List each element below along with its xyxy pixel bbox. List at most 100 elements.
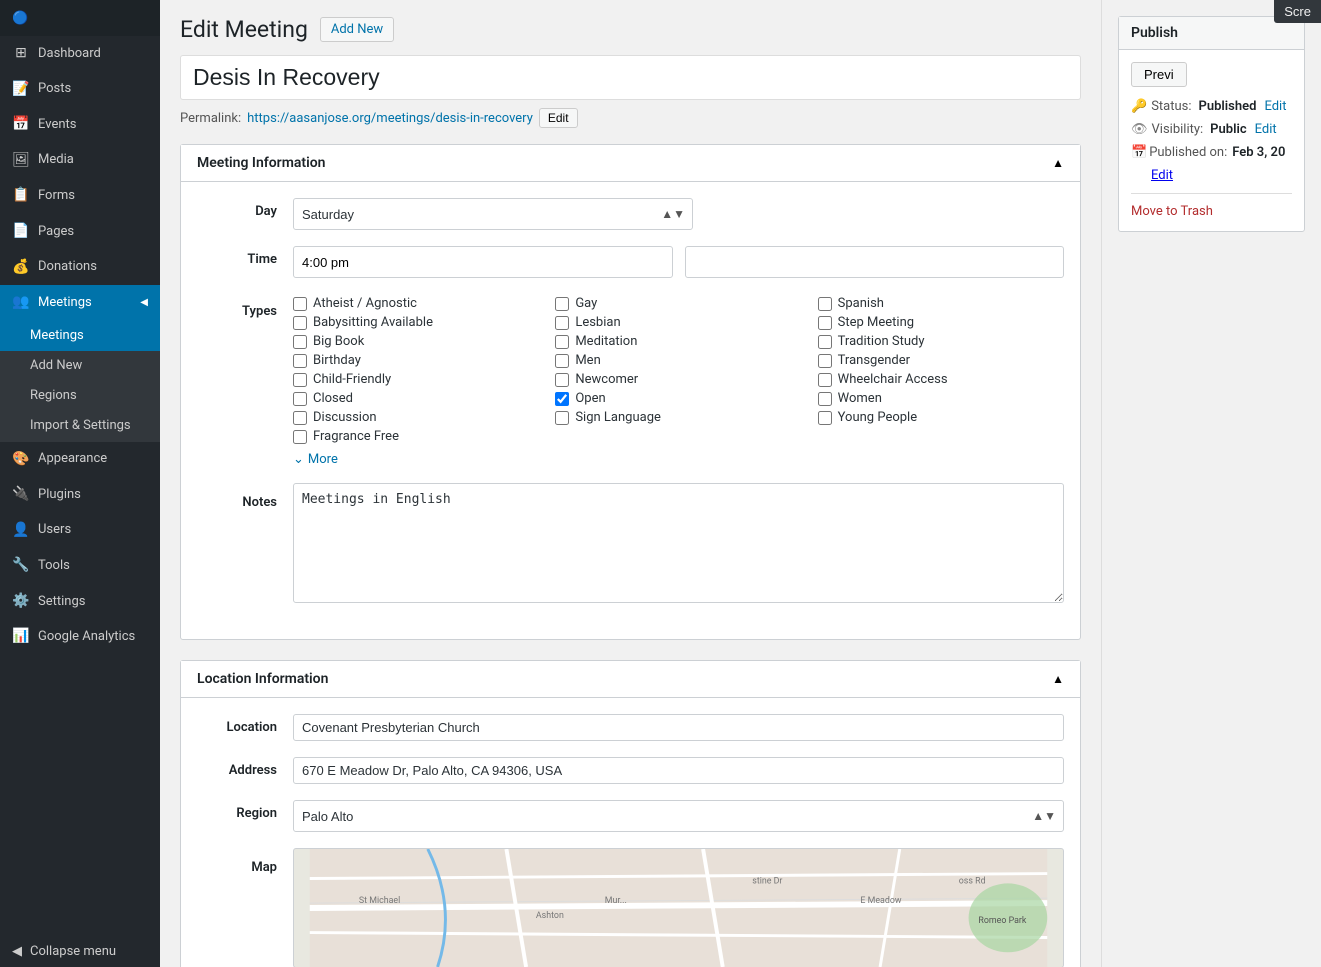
submenu-label: Meetings: [30, 327, 84, 345]
sidebar-item-plugins[interactable]: 🔌 Plugins: [0, 477, 160, 513]
checkbox-lesbian[interactable]: [555, 316, 569, 330]
status-label: Status:: [1151, 99, 1191, 114]
address-label: Address: [197, 757, 277, 778]
published-date-edit-link[interactable]: Edit: [1151, 168, 1173, 183]
sidebar-item-google-analytics[interactable]: 📊 Google Analytics: [0, 619, 160, 655]
meeting-info-header[interactable]: Meeting Information ▲: [181, 145, 1080, 182]
visibility-edit-link[interactable]: Edit: [1255, 122, 1277, 137]
address-input[interactable]: [293, 757, 1064, 784]
time-inputs: [293, 246, 1064, 278]
checkbox-open[interactable]: [555, 392, 569, 406]
type-open-label: Open: [575, 391, 605, 406]
add-new-button[interactable]: Add New: [320, 17, 394, 42]
sidebar-submenu-add-new[interactable]: Add New: [0, 351, 160, 381]
move-to-trash-link[interactable]: Move to Trash: [1131, 204, 1213, 219]
types-col1: Atheist / Agnostic Babysitting Available…: [293, 294, 539, 467]
notes-control: Meetings in English: [293, 483, 1064, 607]
checkbox-atheist[interactable]: [293, 297, 307, 311]
notes-textarea[interactable]: Meetings in English: [293, 483, 1064, 603]
checkbox-spanish[interactable]: [818, 297, 832, 311]
checkbox-birthday[interactable]: [293, 354, 307, 368]
type-bigbook-label: Big Book: [313, 334, 364, 349]
sidebar-item-dashboard[interactable]: ⊞ Dashboard: [0, 36, 160, 72]
checkbox-fragrance-free[interactable]: [293, 430, 307, 444]
region-select[interactable]: Palo Alto San Jose Santa Clara Mountain …: [293, 800, 1064, 832]
checkbox-men[interactable]: [555, 354, 569, 368]
published-label: Published on:: [1149, 145, 1227, 160]
forms-icon: 📋: [12, 186, 30, 206]
location-row: Location: [197, 714, 1064, 741]
location-info-header[interactable]: Location Information ▲: [181, 661, 1080, 698]
checkbox-women[interactable]: [818, 392, 832, 406]
checkbox-closed[interactable]: [293, 392, 307, 406]
checkbox-child-friendly[interactable]: [293, 373, 307, 387]
preview-button[interactable]: Previ: [1131, 62, 1187, 87]
checkbox-sign-language[interactable]: [555, 411, 569, 425]
map-row: Map: [197, 848, 1064, 967]
type-meditation-label: Meditation: [575, 334, 637, 349]
sidebar-item-users[interactable]: 👤 Users: [0, 513, 160, 549]
type-men: Men: [555, 351, 801, 370]
published-date: Feb 3, 20: [1232, 145, 1285, 160]
types-col3: Spanish Step Meeting Tradition Study: [818, 294, 1064, 467]
checkbox-tradition-study[interactable]: [818, 335, 832, 349]
sidebar-item-posts[interactable]: 📝 Posts: [0, 72, 160, 108]
type-young-people-label: Young People: [838, 410, 917, 425]
permalink-edit-button[interactable]: Edit: [539, 108, 578, 128]
permalink-url[interactable]: https://aasanjose.org/meetings/desis-in-…: [247, 111, 533, 126]
more-link[interactable]: ⌄ More: [293, 452, 539, 467]
appearance-icon: 🎨: [12, 450, 30, 470]
location-input[interactable]: [293, 714, 1064, 741]
events-icon: 📅: [12, 115, 30, 135]
publish-box: Publish Previ 🔑 Status: Published Edit 👁…: [1118, 16, 1305, 232]
visibility-icon: 👁: [1131, 122, 1148, 137]
meeting-title-input[interactable]: [180, 55, 1081, 100]
sidebar-submenu-regions[interactable]: Regions: [0, 381, 160, 411]
time-input-start[interactable]: [293, 246, 673, 278]
sidebar-item-events[interactable]: 📅 Events: [0, 107, 160, 143]
more-label: More: [308, 452, 338, 467]
meeting-info-metabox: Meeting Information ▲ Day Sunday Monday …: [180, 144, 1081, 640]
checkbox-babysitting[interactable]: [293, 316, 307, 330]
sidebar-item-media[interactable]: 🖼 Media: [0, 143, 160, 179]
svg-text:oss Rd: oss Rd: [959, 876, 986, 886]
svg-text:E Meadow: E Meadow: [860, 896, 901, 906]
checkbox-meditation[interactable]: [555, 335, 569, 349]
sidebar-item-tools[interactable]: 🔧 Tools: [0, 548, 160, 584]
sidebar-submenu-import-settings[interactable]: Import & Settings: [0, 411, 160, 441]
sidebar-item-pages[interactable]: 📄 Pages: [0, 214, 160, 250]
sidebar-item-label: Tools: [38, 557, 70, 575]
screen-options-button[interactable]: Scre: [1274, 0, 1321, 23]
checkbox-bigbook[interactable]: [293, 335, 307, 349]
meetings-icon: 👥: [12, 293, 30, 313]
checkbox-gay[interactable]: [555, 297, 569, 311]
sidebar-submenu-meetings[interactable]: Meetings: [0, 321, 160, 351]
type-gay-label: Gay: [575, 296, 597, 311]
sidebar-item-meetings[interactable]: 👥 Meetings ◀: [0, 285, 160, 321]
type-women: Women: [818, 389, 1064, 408]
time-label: Time: [197, 246, 277, 267]
status-edit-link[interactable]: Edit: [1264, 99, 1286, 114]
map-control: St Michael Ashton Mur... stine Dr E Mead…: [293, 848, 1064, 967]
sidebar-item-forms[interactable]: 📋 Forms: [0, 178, 160, 214]
checkbox-newcomer[interactable]: [555, 373, 569, 387]
sidebar-item-appearance[interactable]: 🎨 Appearance: [0, 442, 160, 478]
time-input-end[interactable]: [685, 246, 1065, 278]
collapse-menu-button[interactable]: ◀ Collapse menu: [0, 936, 160, 967]
location-metabox-collapse-icon: ▲: [1052, 672, 1064, 686]
sidebar-item-donations[interactable]: 💰 Donations: [0, 250, 160, 286]
checkbox-young-people[interactable]: [818, 411, 832, 425]
checkbox-step-meeting[interactable]: [818, 316, 832, 330]
sidebar-item-settings[interactable]: ⚙️ Settings: [0, 584, 160, 620]
checkbox-transgender[interactable]: [818, 354, 832, 368]
page-title: Edit Meeting: [180, 16, 308, 43]
permalink-label: Permalink:: [180, 111, 241, 126]
type-spanish-label: Spanish: [838, 296, 884, 311]
type-newcomer-label: Newcomer: [575, 372, 638, 387]
types-grid: Atheist / Agnostic Babysitting Available…: [293, 294, 1064, 467]
checkbox-discussion[interactable]: [293, 411, 307, 425]
day-select[interactable]: Sunday Monday Tuesday Wednesday Thursday…: [293, 198, 693, 230]
media-icon: 🖼: [12, 151, 30, 171]
location-info-body: Location Address Region: [181, 698, 1080, 967]
checkbox-wheelchair[interactable]: [818, 373, 832, 387]
